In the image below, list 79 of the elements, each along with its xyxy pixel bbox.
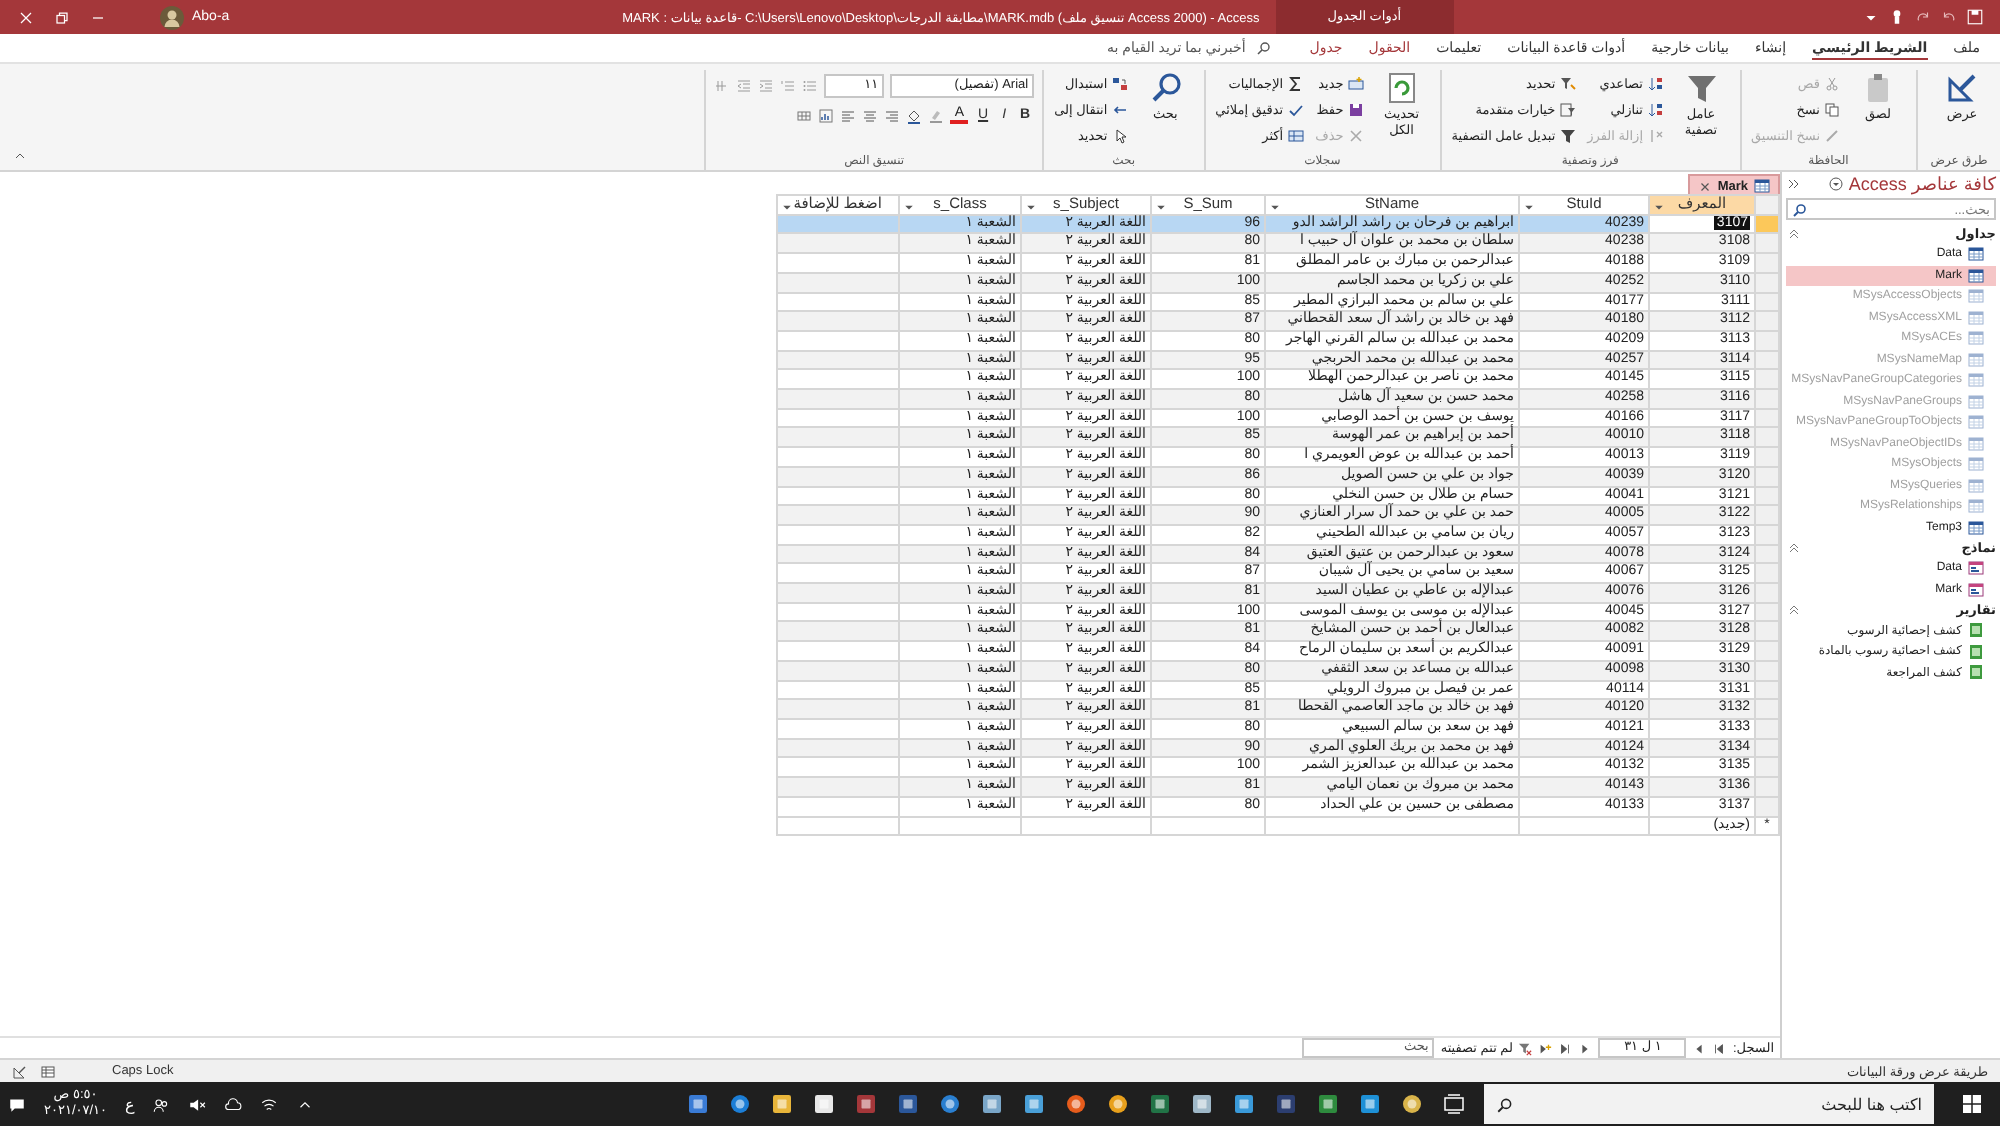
refresh-icon bbox=[1385, 72, 1418, 104]
table-icon bbox=[1968, 372, 1984, 389]
table-icon bbox=[1968, 393, 1984, 410]
cross-icon bbox=[1347, 127, 1364, 143]
sigma-icon bbox=[1287, 75, 1304, 91]
copy-icon bbox=[1824, 101, 1840, 117]
dropdown-arrow-icon[interactable] bbox=[1156, 202, 1166, 212]
dropdown-arrow-icon[interactable] bbox=[1270, 202, 1280, 212]
table-icon bbox=[1968, 414, 1984, 431]
brush-icon bbox=[1824, 127, 1840, 143]
sort-descending-icon bbox=[1647, 101, 1663, 117]
table-icon bbox=[1968, 351, 1984, 368]
dropdown-arrow-icon[interactable] bbox=[1654, 202, 1664, 212]
close-icon[interactable] bbox=[16, 7, 36, 27]
windows-start-icon[interactable] bbox=[1960, 1092, 1984, 1116]
task-view-icon[interactable] bbox=[1442, 1092, 1466, 1116]
filter-list-icon bbox=[1559, 101, 1576, 117]
clipboard-icon bbox=[1862, 72, 1894, 104]
datasheet-view-icon[interactable] bbox=[40, 1063, 56, 1079]
undo-icon[interactable] bbox=[1940, 8, 1958, 26]
wifi-icon[interactable] bbox=[260, 1095, 279, 1113]
chart-icon[interactable] bbox=[818, 107, 835, 123]
grid-icon bbox=[1287, 127, 1304, 143]
dropdown-arrow-icon[interactable] bbox=[781, 202, 792, 212]
table-icon bbox=[1968, 267, 1984, 284]
sort-ascending-icon bbox=[1647, 75, 1663, 91]
search-icon bbox=[1496, 1095, 1514, 1113]
table-icon bbox=[1968, 456, 1984, 473]
search-icon bbox=[1792, 201, 1808, 217]
paint-bucket-icon[interactable] bbox=[906, 107, 923, 123]
spell-check-icon bbox=[1287, 101, 1304, 117]
table-icon bbox=[1968, 309, 1984, 326]
funnel-icon bbox=[1685, 72, 1717, 104]
search-icon bbox=[1149, 72, 1182, 104]
scissors-icon bbox=[1824, 75, 1840, 91]
save-icon[interactable] bbox=[1966, 8, 1984, 26]
table-icon bbox=[1968, 246, 1984, 263]
last-record-icon[interactable] bbox=[1558, 1041, 1573, 1055]
funnel-icon bbox=[1559, 75, 1576, 91]
avatar-icon[interactable] bbox=[160, 5, 184, 29]
dropdown-arrow-icon[interactable] bbox=[904, 202, 914, 212]
table-icon bbox=[1968, 498, 1984, 515]
collapse-ribbon-icon[interactable] bbox=[12, 148, 28, 164]
collapse-icon[interactable] bbox=[1786, 226, 1802, 242]
taskbar-search-field[interactable]: اكتب هنا للبحث bbox=[1484, 1084, 1934, 1124]
arrow-icon bbox=[1111, 101, 1128, 117]
dropdown-circle-icon[interactable] bbox=[1828, 176, 1845, 192]
new-record-icon[interactable] bbox=[1538, 1041, 1553, 1055]
gridlines-icon[interactable] bbox=[796, 107, 813, 123]
form-icon bbox=[1968, 581, 1984, 598]
new-record-icon bbox=[1347, 75, 1364, 91]
notification-icon[interactable] bbox=[8, 1095, 26, 1113]
language-indicator[interactable]: ع bbox=[125, 1095, 135, 1113]
design-view-icon[interactable] bbox=[12, 1063, 28, 1079]
table-icon bbox=[1968, 435, 1984, 452]
table-icon bbox=[1968, 519, 1984, 536]
pointer-icon bbox=[1111, 127, 1128, 143]
first-record-icon[interactable] bbox=[1712, 1041, 1727, 1055]
table-icon bbox=[1968, 330, 1984, 347]
dropdown-arrow-icon[interactable] bbox=[1026, 202, 1036, 212]
restore-icon[interactable] bbox=[52, 7, 72, 27]
navigation-pane-title[interactable]: كافة عناصر Access bbox=[1848, 173, 1996, 195]
funnel-icon[interactable] bbox=[1518, 1041, 1533, 1055]
replace-icon bbox=[1111, 75, 1128, 91]
table-icon bbox=[1968, 477, 1984, 494]
speaker-muted-icon[interactable] bbox=[188, 1095, 207, 1113]
funnel-icon bbox=[1559, 127, 1576, 143]
cloud-icon[interactable] bbox=[224, 1095, 243, 1113]
collapse-icon[interactable] bbox=[1786, 540, 1802, 556]
dropdown-arrow-icon[interactable] bbox=[1524, 202, 1534, 212]
redo-icon[interactable] bbox=[1914, 8, 1932, 26]
collapse-icon[interactable] bbox=[1786, 602, 1802, 618]
chevron-icon[interactable] bbox=[1786, 176, 1802, 192]
form-icon bbox=[1968, 560, 1984, 577]
close-icon[interactable] bbox=[1697, 179, 1712, 193]
people-icon[interactable] bbox=[152, 1095, 171, 1113]
table-icon bbox=[1968, 288, 1984, 305]
table-icon bbox=[1754, 178, 1770, 194]
search-icon[interactable] bbox=[1255, 40, 1272, 56]
